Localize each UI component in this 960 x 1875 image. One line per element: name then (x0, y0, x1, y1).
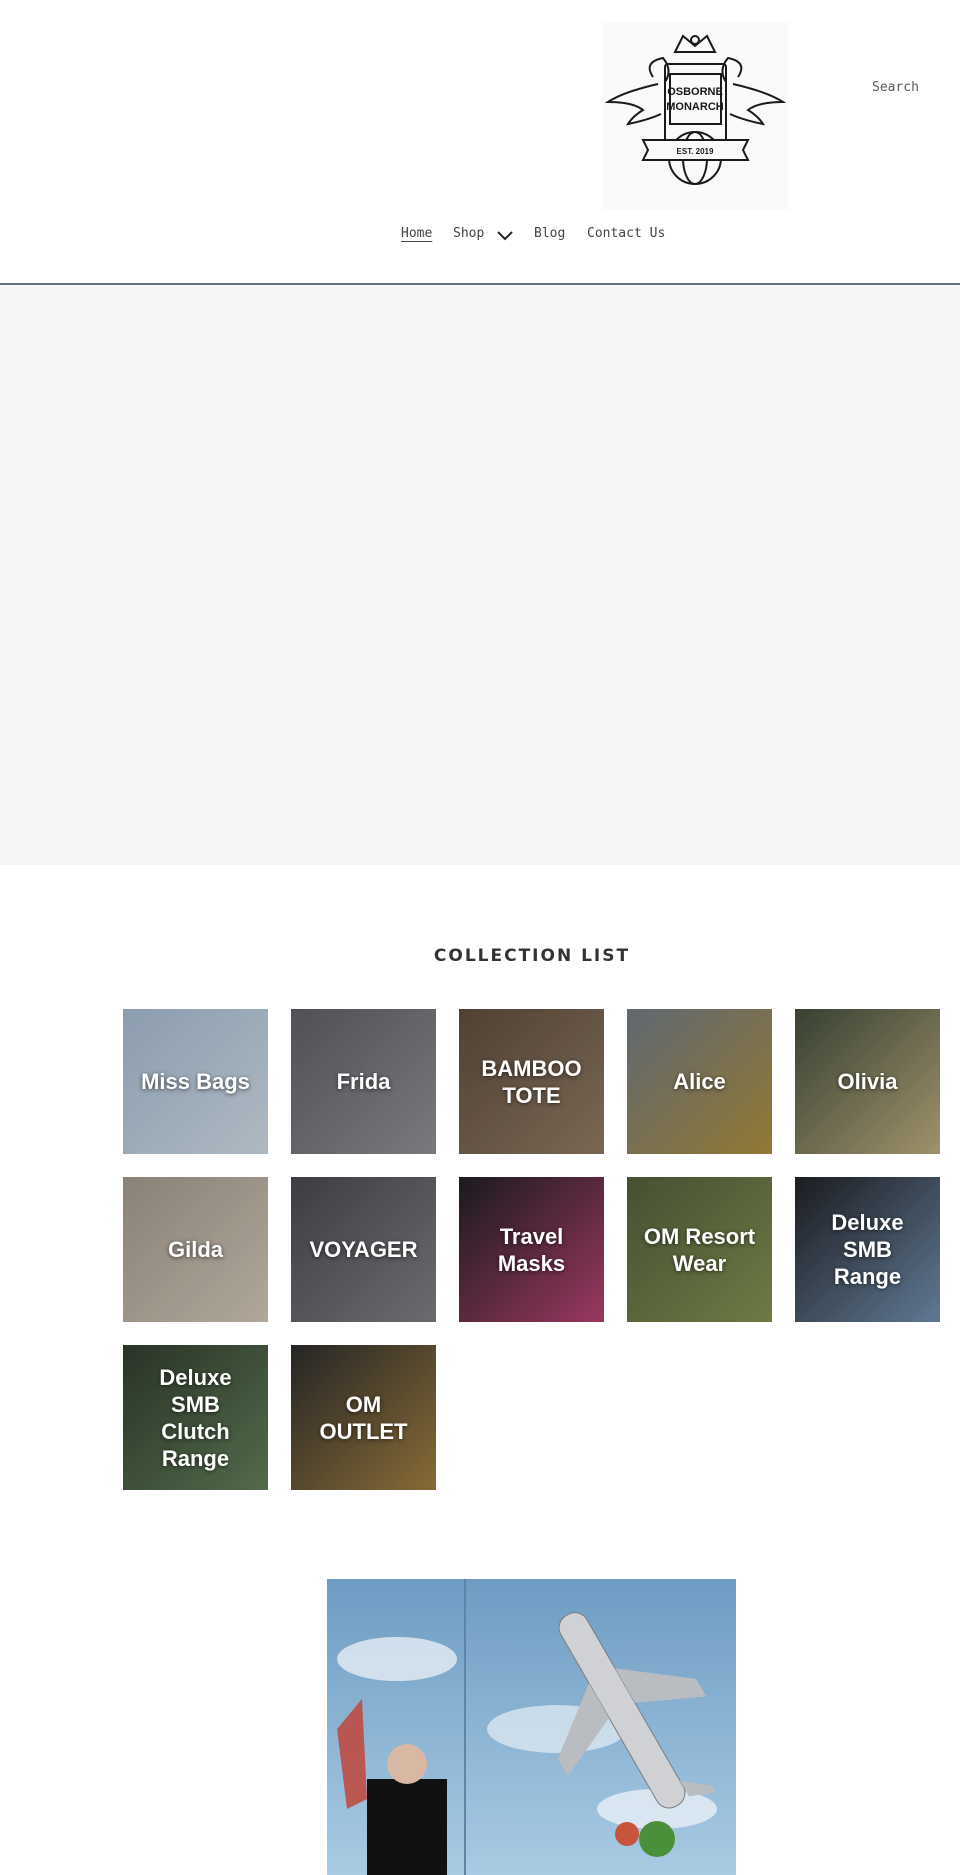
logo-line-2: MONARCH (666, 101, 723, 113)
collection-label: OM Resort Wear (643, 1223, 756, 1276)
logo-line-1: OSBORNE (667, 86, 723, 98)
collection-label: OM OUTLET (319, 1391, 408, 1444)
collection-label: Gilda (167, 1237, 223, 1262)
collection-tile[interactable]: BAMBOO TOTE (459, 1009, 604, 1154)
collection-label: Travel Masks (497, 1223, 566, 1276)
hero-banner (0, 285, 960, 865)
nav-blog[interactable]: Blog (534, 226, 565, 241)
collection-label: Miss Bags (141, 1069, 250, 1094)
collection-tile[interactable]: OM Resort Wear (627, 1177, 772, 1322)
collection-label: BAMBOO TOTE (481, 1055, 582, 1108)
collection-label: Olivia (837, 1069, 898, 1094)
brand-logo[interactable]: OSBORNE MONARCH EST. 2019 (603, 22, 788, 210)
collection-tile[interactable]: Gilda (123, 1177, 268, 1322)
collection-list-title: COLLECTION LIST (433, 946, 631, 966)
search-link[interactable]: Search (872, 80, 919, 95)
collection-tile[interactable]: Olivia (795, 1009, 940, 1154)
collection-tile[interactable]: VOYAGER (291, 1177, 436, 1322)
collection-label: Alice (673, 1069, 726, 1094)
nav-home[interactable]: Home (401, 226, 432, 241)
nav-contact[interactable]: Contact Us (587, 226, 665, 241)
feature-image[interactable] (327, 1579, 736, 1875)
collection-label: Frida (336, 1069, 391, 1094)
collection-tile[interactable]: Deluxe SMB Clutch Range (123, 1345, 268, 1490)
collection-tile[interactable]: Miss Bags (123, 1009, 268, 1154)
site-header: OSBORNE MONARCH EST. 2019 Search Home Sh… (0, 0, 960, 285)
main-nav: Home Shop Blog Contact Us (0, 226, 960, 248)
logo-est: EST. 2019 (677, 147, 714, 156)
nav-shop[interactable]: Shop (453, 226, 484, 241)
collection-tile[interactable]: Alice (627, 1009, 772, 1154)
crest-logo-icon: OSBORNE MONARCH EST. 2019 (604, 34, 787, 185)
collection-label: Deluxe SMB Clutch Range (159, 1364, 232, 1471)
collection-tile[interactable]: OM OUTLET (291, 1345, 436, 1490)
collection-tile[interactable]: Frida (291, 1009, 436, 1154)
airplane-photo (327, 1579, 736, 1875)
collection-tile[interactable]: Travel Masks (459, 1177, 604, 1322)
chevron-down-icon[interactable] (496, 228, 514, 242)
collection-label: VOYAGER (309, 1237, 418, 1262)
collection-tile[interactable]: Deluxe SMB Range (795, 1177, 940, 1322)
collection-label: Deluxe SMB Range (831, 1210, 904, 1289)
